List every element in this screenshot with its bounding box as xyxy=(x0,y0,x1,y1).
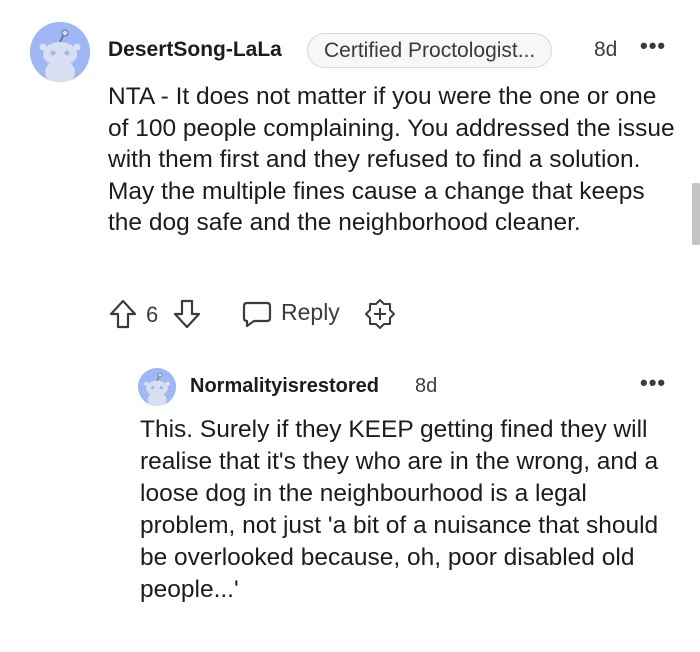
reply-avatar[interactable] xyxy=(138,368,176,406)
snoo-avatar-icon xyxy=(138,368,176,406)
reply-body: This. Surely if they KEEP getting fined … xyxy=(140,416,659,603)
more-options-icon[interactable]: ••• xyxy=(640,370,666,396)
scrollbar[interactable] xyxy=(692,183,700,245)
vote-score: 6 xyxy=(146,302,159,327)
avatar[interactable] xyxy=(30,22,90,82)
reply-author[interactable]: Normalityisrestored xyxy=(190,375,379,398)
speech-bubble-icon[interactable] xyxy=(241,300,273,328)
award-plus-icon[interactable] xyxy=(364,298,396,330)
comment-body: NTA - It does not matter if you were the… xyxy=(108,83,675,237)
comment-author[interactable]: DesertSong-LaLa xyxy=(108,38,282,62)
more-options-icon[interactable]: ••• xyxy=(640,33,666,59)
reply-timestamp: 8d xyxy=(415,375,438,397)
comment-timestamp: 8d xyxy=(594,38,618,61)
downvote-arrow-icon[interactable] xyxy=(172,298,202,330)
user-flair: Certified Proctologist... xyxy=(307,33,553,68)
upvote-arrow-icon[interactable] xyxy=(108,298,138,330)
snoo-avatar-icon xyxy=(30,22,90,82)
reply-button[interactable]: Reply xyxy=(281,299,340,326)
